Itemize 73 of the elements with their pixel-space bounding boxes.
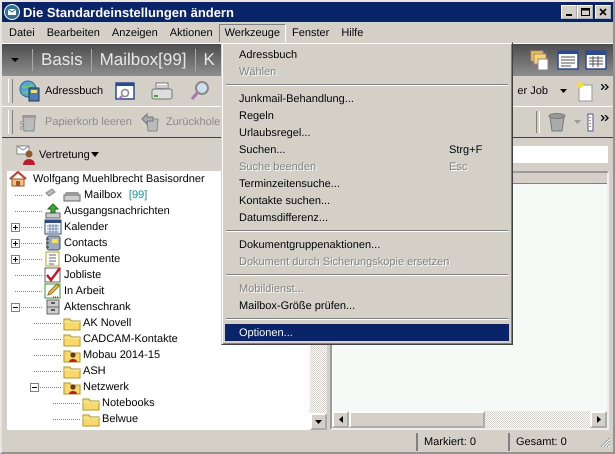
new-document-icon[interactable] (575, 80, 595, 102)
deputy-button[interactable]: Vertretung (16, 144, 99, 164)
menu-option[interactable]: Optionen... (225, 324, 509, 341)
horizontal-scrollbar[interactable] (332, 411, 607, 428)
tree-item[interactable]: ASH (7, 363, 310, 379)
dropdown-caret-icon (560, 89, 567, 93)
tree-item[interactable]: Belwue (7, 411, 310, 427)
menu-option[interactable]: Regeln (225, 107, 509, 124)
menu-item[interactable]: Aktionen (164, 24, 219, 43)
toolbar-button[interactable]: Adressbuch (17, 78, 106, 104)
window-icon[interactable] (115, 81, 136, 101)
status-text: Markiert: 0 (416, 433, 508, 451)
tree-item[interactable]: Jobliste (7, 267, 310, 283)
menu-option[interactable]: Kontakte suchen... (225, 192, 509, 209)
pencil-icon (44, 283, 62, 299)
mail-tray-icon (44, 187, 82, 203)
checkmark-icon (44, 267, 62, 283)
stacked-folders-icon[interactable] (529, 49, 551, 71)
menu-option[interactable]: Adressbuch (225, 46, 509, 63)
envelope-person-icon (16, 144, 38, 164)
menu-option[interactable]: Mailbox-Größe prüfen... (225, 297, 509, 314)
tree-item[interactable]: Mobau 2014-15 (7, 347, 310, 363)
nav-tab[interactable]: Basis (33, 50, 91, 70)
tree-item[interactable]: Netzwerk (7, 379, 310, 395)
globe-book-icon (19, 80, 41, 102)
maximize-button[interactable] (577, 5, 593, 19)
menu-item[interactable]: Fenster (286, 24, 336, 43)
menu-option[interactable]: Dokumentgruppenaktionen... (225, 236, 509, 253)
expand-toggle-icon[interactable] (11, 254, 20, 264)
dropdown-caret-icon (90, 152, 99, 157)
address-book-icon (44, 235, 62, 251)
status-text: Gesamt: 0 (508, 433, 600, 451)
nav-tab[interactable]: K (196, 50, 223, 70)
collapse-toggle-icon[interactable] (30, 382, 39, 392)
maximize-icon (580, 7, 590, 17)
scroll-left-arrow-icon[interactable] (338, 416, 342, 423)
magnifier-icon[interactable] (189, 80, 212, 102)
table-window-icon[interactable] (585, 49, 607, 71)
collapse-toggle-icon[interactable] (11, 302, 20, 312)
expand-toggle-icon[interactable] (11, 238, 20, 248)
scroll-right-arrow-icon[interactable] (596, 416, 600, 423)
toolbar-button[interactable]: er Job (515, 83, 569, 99)
menu-option[interactable]: Urlaubsregel... (225, 124, 509, 141)
scroll-down-arrow-icon[interactable] (315, 420, 322, 424)
tree-item[interactable]: Notebooks (7, 395, 310, 411)
expand-toggle-icon[interactable] (11, 222, 20, 232)
resize-grip-icon[interactable] (600, 436, 611, 448)
trash-can-icon[interactable] (546, 111, 568, 133)
file-cabinet-icon (44, 299, 62, 315)
menu-item[interactable]: Bearbeiten (40, 24, 106, 43)
printer-icon[interactable] (151, 81, 174, 101)
menu-item[interactable]: Anzeigen (106, 24, 164, 43)
outbox-icon (44, 203, 62, 219)
menu-item[interactable]: Hilfe (335, 24, 370, 43)
menu-option[interactable]: Junkmail-Behandlung... (225, 90, 509, 107)
window-title: Die Standardeinstellungen ändern (23, 4, 235, 20)
document-icon[interactable] (587, 111, 595, 133)
house-icon (9, 171, 27, 187)
minimize-icon (566, 14, 572, 16)
nav-tab[interactable]: Mailbox[99] (92, 50, 195, 70)
menu-option[interactable]: Terminzeitensuche... (225, 175, 509, 192)
menu-option[interactable]: Suchen... Strg+F (225, 141, 509, 158)
close-button[interactable] (595, 5, 611, 19)
chevron-icon[interactable] (601, 84, 609, 90)
calendar-icon (44, 219, 62, 235)
close-icon (598, 7, 608, 17)
document-list-icon (44, 251, 62, 267)
chevron-icon[interactable] (601, 115, 609, 121)
menu-item[interactable]: Datei (3, 24, 41, 43)
menu-option[interactable]: Datumsdifferenz... (225, 209, 509, 226)
minimize-button[interactable] (561, 5, 577, 19)
list-window-icon[interactable] (557, 49, 579, 71)
app-logo-icon (4, 4, 20, 20)
